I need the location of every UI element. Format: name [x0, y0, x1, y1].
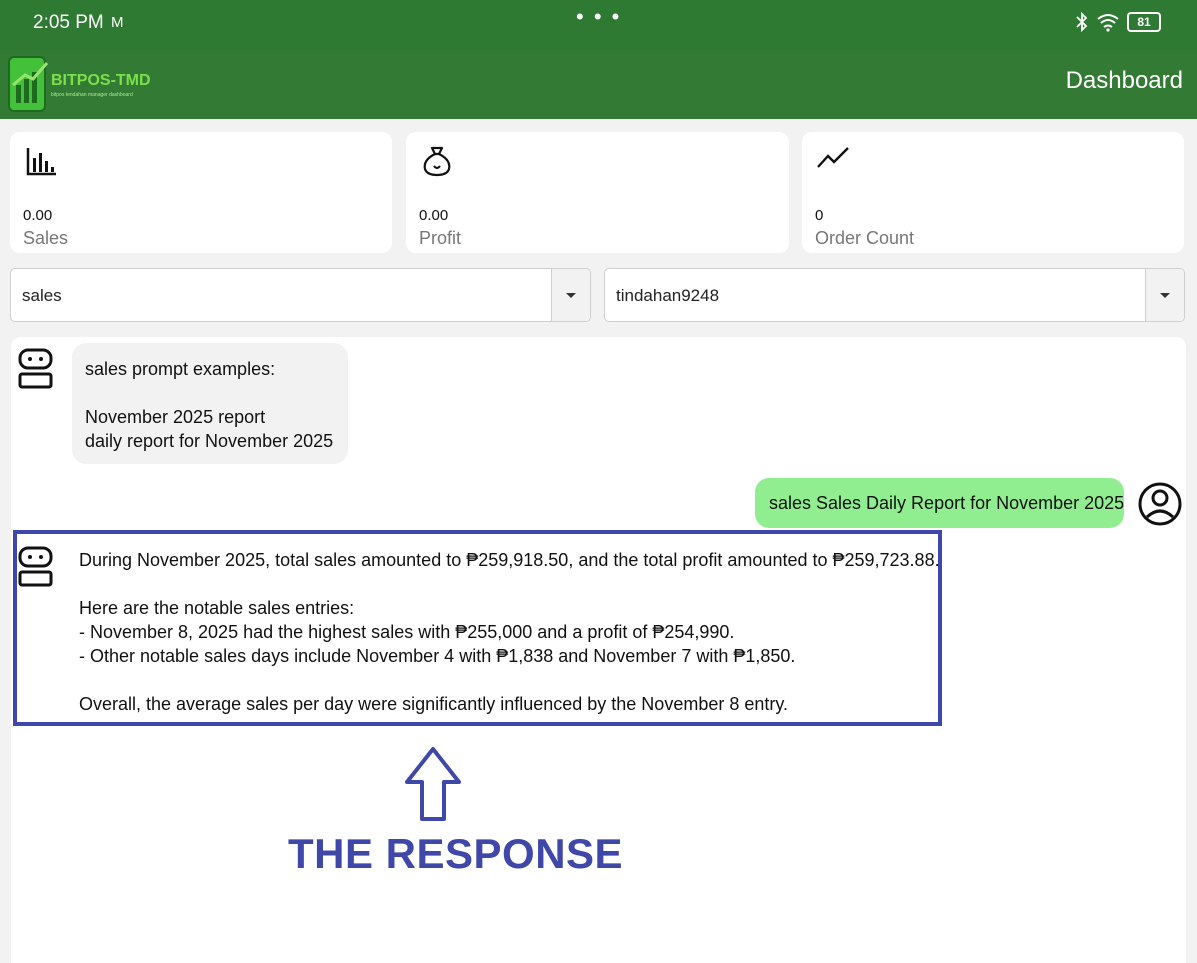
status-icons: 81 — [1075, 11, 1161, 33]
sales-card: 0.00 Sales — [10, 132, 392, 253]
bot-avatar-icon — [18, 348, 53, 389]
status-dots: • • • — [576, 4, 622, 29]
bot-intro-line: November 2025 report — [85, 407, 266, 427]
battery-icon: 81 — [1127, 12, 1161, 32]
category-select[interactable]: sales — [10, 268, 591, 322]
order-count-card: 0 Order Count — [802, 132, 1184, 253]
store-select-value: tindahan9248 — [616, 286, 720, 305]
mail-notification-icon: M — [111, 14, 124, 31]
user-message: sales Sales Daily Report for November 20… — [755, 478, 1124, 528]
bot-intro-line: daily report for November 2025 — [85, 431, 334, 451]
bitpos-logo: BITPOS-TMD bitpos tendahan manager dashb… — [8, 56, 151, 112]
page-title: Dashboard — [1065, 67, 1183, 94]
wifi-icon — [1097, 14, 1119, 32]
svg-text:BITPOS-TMD: BITPOS-TMD — [51, 72, 151, 89]
profit-label: Profit — [419, 228, 462, 248]
bot-message-intro: sales prompt examples: November 2025 rep… — [72, 343, 348, 464]
chevron-down-icon[interactable] — [1145, 269, 1184, 321]
response-highlight-box — [13, 530, 942, 726]
status-time: 2:05 PM — [33, 12, 104, 33]
trend-line-icon — [817, 147, 849, 168]
profit-value: 0.00 — [419, 207, 449, 224]
status-bar: 2:05 PM M • • • 81 — [0, 0, 1197, 49]
order-count-value: 0 — [815, 207, 824, 224]
money-bag-icon — [423, 146, 451, 177]
chevron-down-icon[interactable] — [551, 269, 590, 321]
sales-label: Sales — [23, 228, 69, 248]
up-arrow-icon — [405, 747, 461, 821]
store-select[interactable]: tindahan9248 — [604, 268, 1185, 322]
bluetooth-icon — [1076, 11, 1088, 33]
svg-text:bitpos tendahan manager dashbo: bitpos tendahan manager dashboard — [51, 92, 133, 98]
bar-chart-icon — [26, 148, 56, 176]
order-count-label: Order Count — [815, 228, 915, 248]
profit-card: 0.00 Profit — [406, 132, 789, 253]
category-select-value: sales — [22, 286, 62, 305]
user-avatar-icon — [1138, 482, 1182, 526]
sales-value: 0.00 — [23, 207, 53, 224]
annotation-label: THE RESPONSE — [288, 830, 624, 877]
app-bar: BITPOS-TMD bitpos tendahan manager dashb… — [0, 49, 1197, 119]
bot-intro-line: sales prompt examples: — [85, 359, 276, 379]
